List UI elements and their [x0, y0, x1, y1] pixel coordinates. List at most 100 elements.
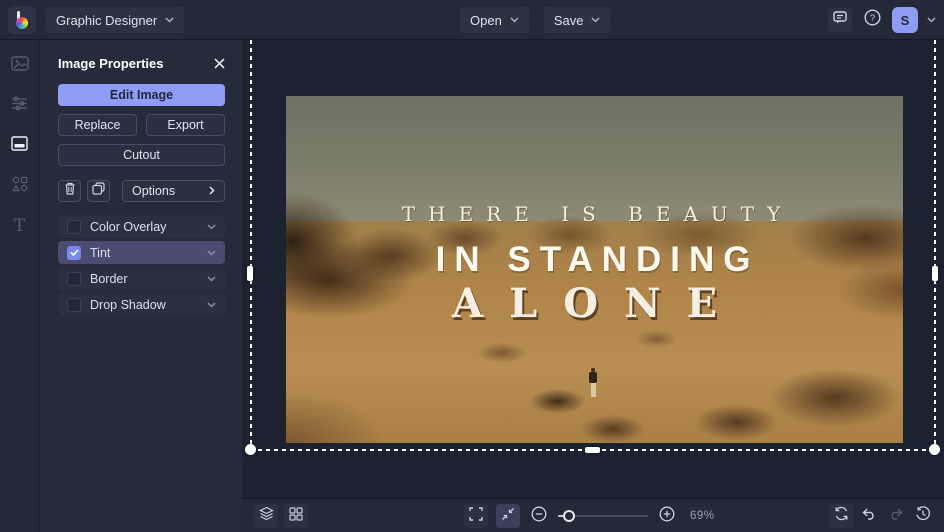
top-bar-center: Open Save — [460, 0, 611, 40]
duplicate-button[interactable] — [87, 180, 110, 202]
color-overlay-checkbox[interactable] — [67, 219, 81, 234]
drop-shadow-checkbox[interactable] — [67, 297, 81, 312]
chevron-down-icon[interactable] — [207, 301, 216, 308]
toolbar-left-group — [254, 499, 308, 532]
app-logo[interactable] — [8, 6, 36, 34]
border-checkbox[interactable] — [67, 271, 81, 286]
undo-icon — [861, 507, 877, 525]
save-dropdown[interactable]: Save — [543, 7, 611, 33]
options-label: Options — [132, 184, 176, 198]
property-row-border[interactable]: Border — [58, 267, 225, 290]
selection-handle-left[interactable] — [247, 266, 253, 281]
selection-handle-bottom-center[interactable] — [585, 447, 600, 453]
chevron-down-icon[interactable] — [207, 223, 216, 230]
cutout-label: Cutout — [123, 148, 160, 162]
cutout-button[interactable]: Cutout — [58, 144, 225, 166]
layers-button[interactable] — [254, 504, 278, 528]
options-button[interactable]: Options — [122, 180, 225, 202]
zoom-slider[interactable] — [558, 509, 648, 523]
photo-person — [588, 368, 598, 400]
toolbar-zoom-group: 69% — [464, 499, 715, 532]
trash-icon — [64, 182, 76, 200]
zoom-out-button[interactable] — [528, 505, 550, 527]
fullscreen-button[interactable] — [464, 504, 488, 528]
chevron-down-icon — [510, 17, 519, 23]
toolbar-history-group — [829, 499, 934, 532]
question-mark-icon: ? — [863, 9, 881, 31]
property-row-tint[interactable]: Tint — [58, 241, 225, 264]
replace-export-row: Replace Export — [58, 114, 225, 136]
selection-handle-bottom-right[interactable] — [929, 444, 940, 455]
history-button[interactable] — [912, 505, 934, 527]
image-text-line-1: THERE IS BEAUTY — [401, 201, 794, 226]
layers-icon — [258, 506, 274, 526]
history-clock-icon — [915, 505, 931, 527]
property-row-color-overlay[interactable]: Color Overlay — [58, 215, 225, 238]
duplicate-icon — [92, 182, 105, 200]
open-dropdown[interactable]: Open — [460, 7, 529, 33]
rail-item-text[interactable]: T — [7, 213, 33, 239]
save-label: Save — [553, 12, 584, 28]
fullscreen-icon — [469, 506, 483, 526]
rail-item-adjustments[interactable] — [7, 93, 33, 119]
logo-color-wheel-icon — [16, 17, 28, 29]
fit-to-screen-button[interactable] — [496, 504, 520, 528]
property-row-drop-shadow[interactable]: Drop Shadow — [58, 293, 225, 316]
export-button[interactable]: Export — [146, 114, 225, 136]
property-label: Tint — [90, 245, 111, 260]
close-panel-button[interactable] — [214, 57, 225, 69]
layout-icon — [11, 136, 28, 156]
zoom-in-button[interactable] — [656, 505, 678, 527]
shapes-icon — [11, 176, 28, 197]
rail-item-graphics[interactable] — [7, 173, 33, 199]
property-list: Color Overlay Tint Border Drop Shadow — [58, 215, 225, 316]
selection-handle-bottom-left[interactable] — [245, 444, 256, 455]
feedback-button[interactable] — [828, 8, 852, 32]
help-button[interactable]: ? — [861, 9, 883, 31]
grid-icon — [289, 506, 303, 526]
chevron-down-icon — [165, 17, 174, 23]
tint-checkbox[interactable] — [67, 245, 81, 260]
mode-selector-dropdown[interactable]: Graphic Designer — [46, 7, 185, 33]
zoom-slider-knob[interactable] — [563, 510, 575, 522]
fit-to-screen-icon — [501, 507, 515, 526]
selection-border-left — [250, 40, 252, 449]
chevron-right-icon — [209, 184, 215, 198]
minus-circle-icon — [531, 506, 547, 527]
user-avatar[interactable]: S — [892, 7, 918, 33]
chevron-down-icon[interactable] — [207, 249, 216, 256]
main-area: THERE IS BEAUTY IN STANDING ALONE 69% — [242, 40, 944, 532]
comment-icon — [833, 11, 847, 29]
image-text-line-2: IN STANDING — [435, 240, 760, 279]
panel-header: Image Properties — [58, 54, 225, 72]
text-icon: T — [13, 215, 26, 236]
app-window: Graphic Designer Open Save ? S T Image P… — [0, 0, 944, 532]
replace-button[interactable]: Replace — [58, 114, 137, 136]
top-bar-left: Graphic Designer — [8, 0, 185, 40]
reset-button[interactable] — [829, 504, 853, 528]
tool-rail: T — [0, 40, 40, 532]
rail-item-image[interactable] — [7, 53, 33, 79]
export-label: Export — [167, 118, 204, 132]
selected-image-element[interactable]: THERE IS BEAUTY IN STANDING ALONE — [286, 96, 903, 443]
chevron-down-icon[interactable] — [207, 275, 216, 282]
account-chevron-down-icon[interactable] — [927, 17, 936, 23]
rail-item-layout[interactable] — [7, 133, 33, 159]
selection-border-right — [934, 40, 936, 449]
redo-button[interactable] — [885, 505, 907, 527]
redo-icon — [888, 507, 904, 525]
canvas-viewport[interactable]: THERE IS BEAUTY IN STANDING ALONE — [242, 40, 944, 498]
top-bar-right: ? S — [828, 0, 936, 40]
edit-image-button[interactable]: Edit Image — [58, 84, 225, 106]
edit-image-label: Edit Image — [109, 88, 174, 102]
selection-handle-right[interactable] — [932, 266, 938, 281]
delete-button[interactable] — [58, 180, 81, 202]
grid-view-button[interactable] — [284, 504, 308, 528]
svg-text:?: ? — [869, 13, 874, 24]
property-label: Border — [90, 271, 128, 286]
top-bar: Graphic Designer Open Save ? S — [0, 0, 944, 40]
replace-label: Replace — [74, 118, 121, 132]
open-label: Open — [470, 12, 502, 28]
undo-button[interactable] — [858, 505, 880, 527]
image-text-line-3: ALONE — [452, 279, 744, 327]
